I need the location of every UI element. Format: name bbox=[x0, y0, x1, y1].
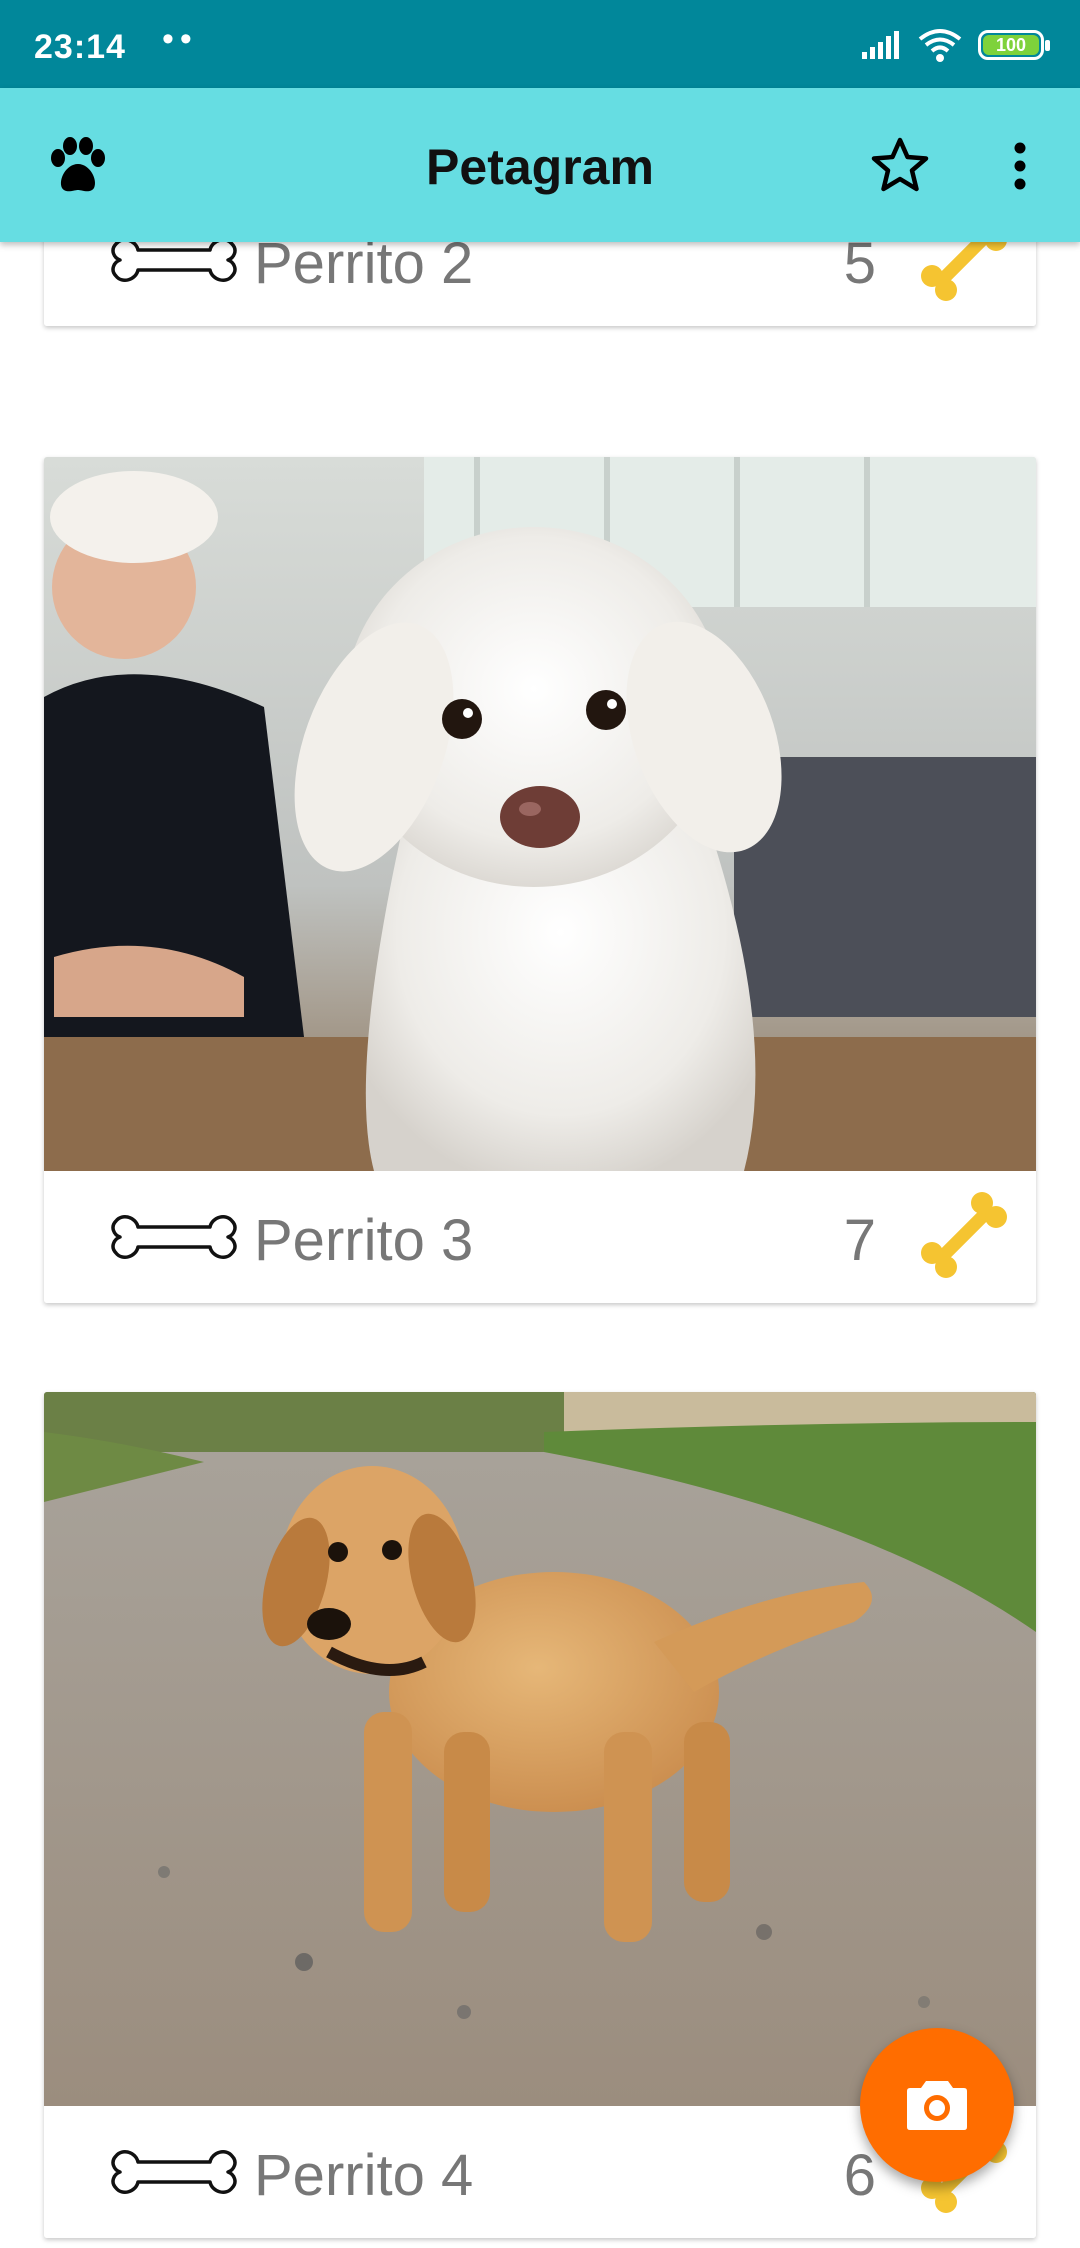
golden-bone-icon bbox=[921, 1192, 1007, 1278]
bone-outline-icon[interactable] bbox=[104, 242, 244, 288]
pet-card-footer: Perrito 3 7 bbox=[44, 1171, 1036, 1303]
pet-name: Perrito 4 bbox=[254, 2143, 474, 2208]
bone-outline-icon[interactable] bbox=[104, 2144, 244, 2200]
pet-photo[interactable] bbox=[44, 1392, 1036, 2106]
battery-level: 100 bbox=[983, 35, 1039, 55]
more-vert-icon[interactable] bbox=[996, 134, 1044, 198]
wifi-icon bbox=[918, 29, 962, 62]
pet-name: Perrito 2 bbox=[254, 242, 474, 296]
pet-card-footer: Perrito 2 5 bbox=[44, 242, 1036, 326]
like-count: 6 bbox=[843, 2143, 876, 2208]
pet-photo[interactable] bbox=[44, 457, 1036, 1171]
bone-outline-icon[interactable] bbox=[104, 1209, 244, 1265]
like-count: 5 bbox=[843, 242, 876, 296]
battery-icon: 100 bbox=[978, 30, 1050, 60]
status-icons: 100 bbox=[860, 28, 1050, 62]
camera-fab[interactable] bbox=[860, 2028, 1014, 2182]
camera-icon bbox=[907, 2081, 967, 2130]
golden-puppy-photo bbox=[44, 1392, 1036, 2106]
status-bar: 23:14 •• 100 bbox=[0, 0, 1080, 88]
pet-name: Perrito 3 bbox=[254, 1208, 474, 1273]
like-count: 7 bbox=[843, 1208, 876, 1273]
status-time: 23:14 bbox=[34, 28, 126, 66]
signal-icon bbox=[862, 31, 899, 59]
pet-feed[interactable]: Perrito 2 5 Perrito 3 7 Perrito 4 6 bbox=[0, 242, 1080, 2248]
pet-card: Perrito 3 7 bbox=[44, 457, 1036, 1303]
maltese-dog-photo bbox=[44, 457, 1036, 1171]
golden-bone-icon bbox=[921, 242, 1007, 301]
star-icon[interactable] bbox=[868, 134, 932, 198]
pet-card: Perrito 2 5 bbox=[44, 242, 1036, 326]
notification-dots: •• bbox=[162, 20, 198, 58]
app-bar: Petagram bbox=[0, 88, 1080, 242]
